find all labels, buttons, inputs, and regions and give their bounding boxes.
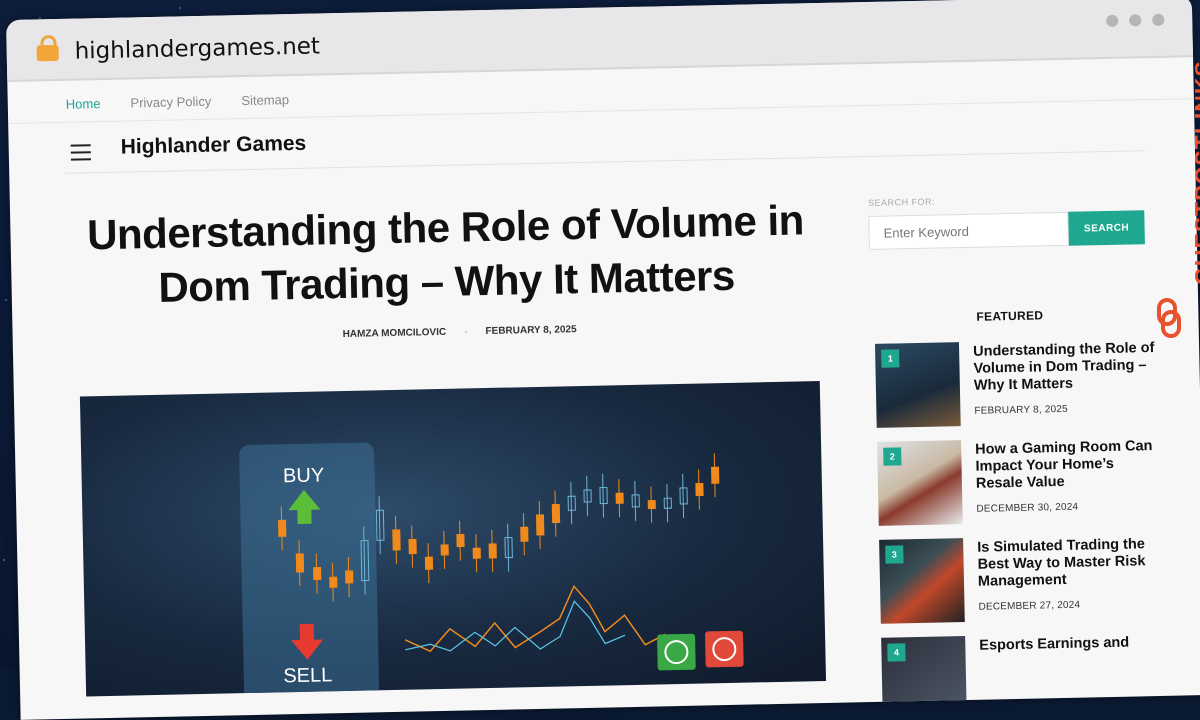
candle-body xyxy=(329,576,338,588)
candle-body xyxy=(408,539,417,555)
link-logo-icon xyxy=(1156,298,1182,338)
candle-body xyxy=(392,529,401,551)
hero-image: BUY SELL xyxy=(79,381,827,697)
volume-line xyxy=(404,584,666,653)
candle-body xyxy=(456,534,465,548)
candle-body xyxy=(440,544,449,556)
buy-label: BUY xyxy=(283,464,325,487)
featured-date: DECEMBER 30, 2024 xyxy=(976,501,1079,515)
featured-item[interactable]: 1 Understanding the Role of Volume in Do… xyxy=(874,338,1167,430)
article-date: FEBRUARY 8, 2025 xyxy=(485,324,577,338)
candle-body xyxy=(472,547,481,559)
featured-item[interactable]: 2 How a Gaming Room Can Impact Your Home… xyxy=(877,436,1169,528)
candle-wick xyxy=(602,473,605,518)
candle-wick xyxy=(570,482,573,525)
candle-body xyxy=(424,556,434,570)
watermark-text: GUESTPOSTLINKS xyxy=(1190,60,1200,285)
featured-rank: 3 xyxy=(885,545,904,564)
candle-body xyxy=(551,504,561,524)
up-right-button-icon xyxy=(705,630,744,668)
featured-item[interactable]: 4 Esports Earnings and xyxy=(881,632,1173,720)
sell-label: SELL xyxy=(283,664,332,687)
candle-wick xyxy=(586,475,589,516)
article-meta: HAMZA MOMCILOVIC - FEBRUARY 8, 2025 xyxy=(343,324,577,340)
guestpostlinks-watermark: GUESTPOSTLINKS xyxy=(1148,40,1200,370)
window-dot-icon[interactable] xyxy=(1152,13,1165,26)
nav-home[interactable]: Home xyxy=(66,96,101,112)
featured-title[interactable]: Is Simulated Trading the Best Way to Mas… xyxy=(977,536,1162,591)
candle-body xyxy=(488,543,497,559)
menu-icon[interactable] xyxy=(70,144,91,165)
browser-window: highlandergames.net Home Privacy Policy … xyxy=(6,0,1200,720)
window-controls xyxy=(1106,13,1165,27)
featured-title[interactable]: How a Gaming Room Can Impact Your Home’s… xyxy=(975,438,1160,493)
candle-body xyxy=(535,514,545,536)
candle-wick xyxy=(378,496,381,555)
nav-privacy-policy[interactable]: Privacy Policy xyxy=(130,94,211,111)
candle-wick xyxy=(634,480,637,521)
nav-sitemap[interactable]: Sitemap xyxy=(241,92,289,108)
meta-separator: - xyxy=(464,326,468,338)
candle-body xyxy=(278,519,287,537)
candle-body xyxy=(711,466,720,484)
candle-body xyxy=(295,553,305,573)
article-author[interactable]: HAMZA MOMCILOVIC xyxy=(343,327,447,340)
candle-body xyxy=(615,492,624,504)
url-text[interactable]: highlandergames.net xyxy=(74,33,320,64)
candle-body xyxy=(345,570,354,584)
site-brand[interactable]: Highlander Games xyxy=(120,132,306,160)
window-dot-icon[interactable] xyxy=(1106,14,1119,27)
candle-body xyxy=(647,499,656,510)
candle-body xyxy=(695,482,704,497)
top-nav: Home Privacy Policy Sitemap xyxy=(66,92,290,112)
featured-title[interactable]: Esports Earnings and xyxy=(979,634,1163,655)
featured-rank: 4 xyxy=(887,643,906,662)
candle-body xyxy=(313,567,322,581)
featured-date: FEBRUARY 8, 2025 xyxy=(974,403,1068,417)
search-input[interactable] xyxy=(868,211,1069,250)
featured-rank: 2 xyxy=(883,447,902,466)
candle-wick xyxy=(682,473,685,518)
featured-date: DECEMBER 27, 2024 xyxy=(978,599,1081,613)
featured-item[interactable]: 3 Is Simulated Trading the Best Way to M… xyxy=(879,534,1171,626)
candle-body xyxy=(520,526,529,542)
featured-heading: FEATURED xyxy=(976,308,1044,324)
trading-chart-graphic: BUY SELL xyxy=(239,442,744,697)
candle-wick xyxy=(507,523,510,572)
window-dot-icon[interactable] xyxy=(1129,14,1142,27)
down-left-button-icon xyxy=(657,633,696,671)
lock-icon xyxy=(36,44,59,62)
featured-rank: 1 xyxy=(881,349,900,368)
candle-wick xyxy=(666,484,669,523)
search-button[interactable]: SEARCH xyxy=(1068,210,1145,246)
featured-title[interactable]: Understanding the Role of Volume in Dom … xyxy=(973,340,1158,395)
search-label: SEARCH FOR: xyxy=(867,196,936,208)
article-title: Understanding the Role of Volume in Dom … xyxy=(86,196,805,311)
